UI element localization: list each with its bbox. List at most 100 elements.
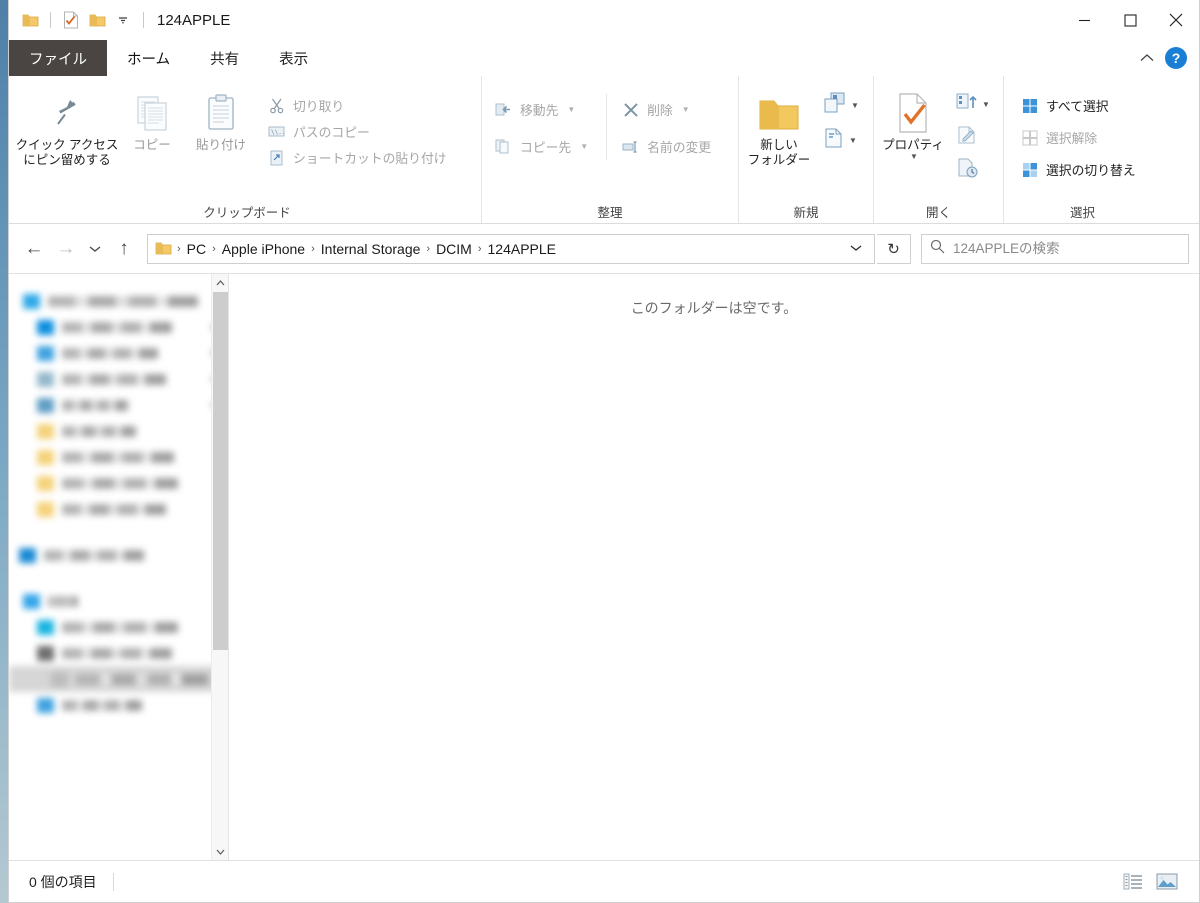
select-commands: すべて選択 選択解除 選択の切り替え (1004, 90, 1142, 181)
large-icons-view-icon[interactable] (1153, 870, 1181, 894)
navigation-tree[interactable] (9, 274, 228, 718)
chevron-down-icon: ▼ (580, 142, 589, 151)
explorer-window: 124APPLE ファイル ホーム 共有 表示 ? クイック アクセス にピン留… (8, 0, 1200, 903)
nav-item[interactable] (9, 496, 228, 522)
chevron-up-icon[interactable] (1139, 50, 1155, 67)
nav-item[interactable] (9, 340, 228, 366)
copy-icon (132, 88, 172, 134)
breadcrumb-item-124apple[interactable]: 124APPLE (483, 239, 562, 259)
open-with-button[interactable]: ▼ (954, 90, 992, 119)
scrollbar-thumb[interactable] (213, 292, 228, 650)
scroll-down-button[interactable] (212, 843, 228, 860)
nav-item[interactable] (9, 314, 228, 340)
easy-access-button[interactable]: ▼ (821, 125, 861, 156)
properties-button[interactable]: プロパティ ▼ (874, 86, 952, 161)
chevron-down-icon: ▼ (982, 100, 990, 109)
ribbon-tabs: ファイル ホーム 共有 表示 ? (9, 40, 1199, 76)
select-all-icon (1020, 96, 1039, 115)
nav-item-label (44, 549, 144, 561)
nav-item[interactable] (9, 444, 228, 470)
copy-to-button[interactable]: コピー先 ▼ (492, 135, 594, 158)
recent-locations-button[interactable] (83, 234, 107, 264)
paste-icon (201, 88, 241, 134)
file-list[interactable]: このフォルダーは空です。 (229, 274, 1199, 860)
back-button[interactable]: ← (19, 234, 49, 264)
copy-button[interactable]: コピー (121, 86, 183, 153)
history-button[interactable] (954, 156, 992, 185)
pin-label: クイック アクセス にピン留めする (15, 138, 119, 167)
cut-button[interactable]: 切り取り (265, 94, 453, 117)
navigation-scrollbar[interactable] (211, 274, 228, 860)
nav-item-icon (37, 345, 54, 361)
select-all-button[interactable]: すべて選択 (1018, 94, 1142, 117)
nav-item-icon (37, 475, 54, 491)
group-label-clipboard: クリップボード (203, 205, 291, 220)
nav-item[interactable] (9, 588, 228, 614)
properties-icon[interactable] (60, 9, 82, 31)
up-button[interactable]: ↑ (109, 234, 139, 264)
pin-to-quick-access-button[interactable]: クイック アクセス にピン留めする (13, 86, 121, 168)
nav-item[interactable] (9, 392, 228, 418)
invert-selection-button[interactable]: 選択の切り替え (1018, 158, 1142, 181)
nav-item-icon (37, 423, 54, 439)
nav-item[interactable] (9, 692, 228, 718)
breadcrumb-item-dcim[interactable]: DCIM (431, 239, 477, 259)
search-input[interactable] (953, 241, 1180, 256)
tab-view[interactable]: 表示 (259, 40, 328, 76)
nav-item[interactable] (9, 418, 228, 444)
folder-icon[interactable] (19, 9, 41, 31)
breadcrumb-dropdown-button[interactable] (842, 243, 870, 255)
copy-path-button[interactable]: \\.. パスのコピー (265, 120, 453, 143)
nav-item[interactable] (9, 542, 228, 568)
rename-label: 名前の変更 (647, 140, 712, 155)
move-to-label: 移動先 (520, 103, 559, 118)
delete-button[interactable]: 削除 ▼ (619, 98, 717, 121)
divider (143, 12, 144, 28)
select-none-button[interactable]: 選択解除 (1018, 126, 1142, 149)
nav-item[interactable] (9, 470, 228, 496)
help-icon[interactable]: ? (1165, 47, 1187, 69)
move-to-icon (494, 100, 513, 119)
nav-item-icon (23, 593, 40, 609)
nav-item[interactable] (9, 666, 228, 692)
maximize-button[interactable] (1107, 0, 1153, 40)
nav-item[interactable] (9, 288, 228, 314)
tab-home[interactable]: ホーム (107, 40, 191, 76)
edit-button[interactable] (954, 123, 992, 152)
close-button[interactable] (1153, 0, 1199, 40)
paste-shortcut-button[interactable]: ショートカットの貼り付け (265, 146, 453, 169)
chevron-down-icon: ▼ (910, 152, 918, 161)
minimize-button[interactable] (1061, 0, 1107, 40)
details-view-icon[interactable] (1119, 870, 1147, 894)
tab-file[interactable]: ファイル (9, 40, 107, 76)
forward-button[interactable]: → (51, 234, 81, 264)
breadcrumb-item-apple-iphone[interactable]: Apple iPhone (217, 239, 310, 259)
new-folder-icon[interactable] (86, 9, 108, 31)
breadcrumb-item-internal-storage[interactable]: Internal Storage (316, 239, 426, 259)
properties-icon (894, 88, 932, 134)
delete-icon (621, 100, 640, 119)
copy-to-label: コピー先 (520, 140, 572, 155)
navigation-pane[interactable] (9, 274, 229, 860)
nav-item-label (62, 451, 174, 463)
search-box[interactable] (921, 233, 1189, 264)
paste-button[interactable]: 貼り付け (183, 86, 259, 153)
select-all-label: すべて選択 (1046, 99, 1109, 114)
chevron-down-icon[interactable] (112, 9, 134, 31)
rename-button[interactable]: 名前の変更 (619, 135, 717, 158)
empty-folder-message: このフォルダーは空です。 (630, 300, 798, 316)
tab-share[interactable]: 共有 (190, 40, 259, 76)
refresh-button[interactable]: ↻ (877, 233, 911, 264)
nav-item[interactable] (9, 640, 228, 666)
move-to-button[interactable]: 移動先 ▼ (492, 98, 594, 121)
new-item-button[interactable]: ▼ (821, 90, 861, 121)
breadcrumb-bar[interactable]: › PC › Apple iPhone › Internal Storage ›… (147, 233, 875, 264)
breadcrumb-item-pc[interactable]: PC (182, 239, 211, 259)
address-bar: ← → ↑ › PC › Apple iPhone › Internal Sto… (9, 224, 1199, 274)
scroll-up-button[interactable] (212, 274, 228, 291)
paste-label: 貼り付け (195, 138, 246, 152)
nav-item-label (62, 399, 128, 411)
nav-item[interactable] (9, 614, 228, 640)
new-folder-button[interactable]: 新しい フォルダー (739, 86, 819, 168)
nav-item[interactable] (9, 366, 228, 392)
